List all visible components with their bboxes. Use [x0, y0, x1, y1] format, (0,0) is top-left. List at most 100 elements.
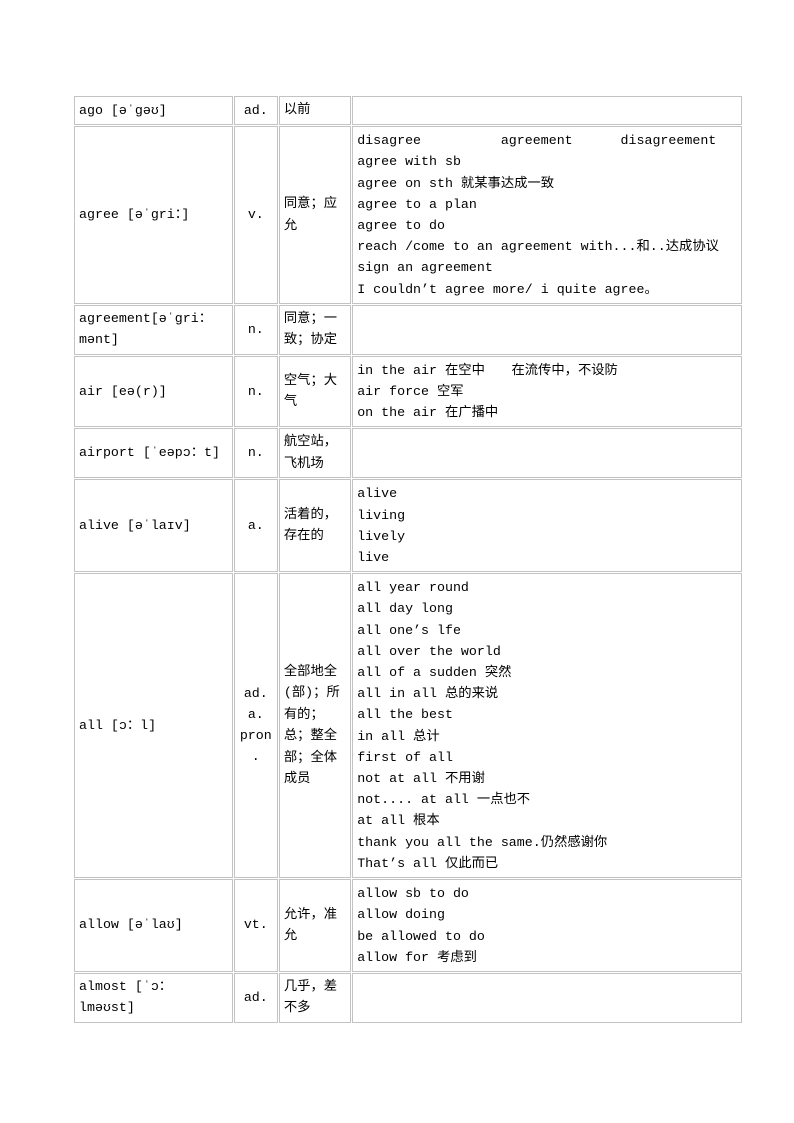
example-line: living	[357, 507, 406, 523]
example-line: sign an agreement	[357, 260, 493, 276]
examples-cell	[352, 96, 742, 126]
part-of-speech-label: a.	[247, 517, 264, 533]
meaning-text: 以前	[283, 102, 311, 118]
table-row: allow [əˈlaʊ] vt. 允许，准允 allow sb to do allow…	[74, 879, 742, 972]
part-of-speech-cell: n.	[233, 428, 278, 479]
part-of-speech-label: pron.	[239, 728, 272, 765]
example-line: all in all 总的来说	[357, 686, 499, 702]
example-line: not.... at all 一点也不	[357, 792, 531, 808]
meaning-text: 空气；大气	[283, 372, 338, 410]
meaning-text: 几乎，差不多	[283, 978, 338, 1016]
part-of-speech-label: ad.	[243, 102, 268, 118]
examples-cell: all year round all day long all one’s lfe a…	[352, 573, 742, 879]
word-cell: allow [əˈlaʊ]	[74, 879, 233, 972]
part-of-speech-label: ad.	[243, 989, 268, 1005]
vocabulary-table-body: ago [əˈgəʊ] ad. 以前 agree [əˈgri：] v. 同意；应允 di…	[74, 96, 742, 1023]
meaning-cell: 允许，准允	[278, 879, 352, 972]
meaning-cell: 航空站，飞机场	[278, 428, 352, 479]
table-row: all [ɔ：l] ad. a. pron. 全部地全(部)；所有的；总；整全部；全体成…	[74, 573, 742, 879]
meaning-cell: 活着的，存在的	[278, 479, 352, 573]
word-cell: airport [ˈeəpɔ：t]	[74, 428, 233, 479]
examples-cell: in the air 在空中 在流传中，不设防 air force 空军 on th…	[352, 355, 742, 428]
word-cell: almost [ˈɔ：lməʊst]	[74, 972, 233, 1023]
example-line: on the air 在广播中	[357, 405, 499, 421]
example-line: I couldn’t agree more/ i quite agree。	[357, 281, 658, 297]
meaning-text: 同意；应允	[283, 196, 338, 233]
part-of-speech-cell: ad. a. pron.	[233, 573, 278, 879]
word-cell: agree [əˈgri：]	[74, 126, 233, 304]
meaning-cell: 几乎，差不多	[278, 972, 352, 1023]
example-line: not at all 不用谢	[357, 771, 485, 787]
table-row: agree [əˈgri：] v. 同意；应允 disagree agreement …	[74, 126, 742, 304]
meaning-text: 全部地全(部)；所有的；总；整全部；全体成员	[283, 663, 340, 787]
table-row: almost [ˈɔ：lməʊst] ad. 几乎，差不多	[74, 972, 742, 1023]
meaning-text: 允许，准允	[283, 906, 338, 944]
table-row: alive [əˈlaɪv] a. 活着的，存在的 alive living lively…	[74, 479, 742, 573]
example-line: disagree agreement disagreement	[357, 133, 717, 149]
example-line: first of all	[357, 749, 453, 765]
meaning-cell: 同意；一致；协定	[278, 304, 352, 355]
example-line: agree on sth 就某事达成一致	[357, 175, 555, 191]
example-line: reach /come to an agreement with...和..达成…	[357, 239, 719, 255]
example-line: allow for 考虑到	[357, 949, 477, 965]
vocabulary-table: ago [əˈgəʊ] ad. 以前 agree [əˈgri：] v. 同意；应允 di…	[73, 95, 743, 1024]
examples-cell: alive living lively live	[352, 479, 742, 573]
example-line: agree with sb	[357, 154, 461, 170]
example-line: all year round	[357, 580, 469, 596]
example-line: allow sb to do	[357, 886, 469, 902]
example-line: at all 根本	[357, 813, 440, 829]
part-of-speech-cell: vt.	[233, 879, 278, 972]
part-of-speech-cell: a.	[233, 479, 278, 573]
example-line: all one’s lfe	[357, 622, 461, 638]
part-of-speech-label: v.	[247, 206, 264, 222]
example-line: agree to do	[357, 218, 445, 234]
meaning-text: 活着的，存在的	[283, 506, 338, 544]
word-cell: air [eə(r)]	[74, 355, 233, 428]
examples-cell	[352, 972, 742, 1023]
part-of-speech-label: ad.	[243, 685, 268, 701]
example-line: allow doing	[357, 907, 445, 923]
page: ago [əˈgəʊ] ad. 以前 agree [əˈgri：] v. 同意；应允 di…	[0, 0, 794, 1123]
table-row: air [eə(r)] n. 空气；大气 in the air 在空中 在流传中，不设…	[74, 355, 742, 428]
part-of-speech-cell: n.	[233, 304, 278, 355]
meaning-text: 航空站，飞机场	[283, 434, 338, 471]
example-line: in all 总计	[357, 728, 440, 744]
word-cell: ago [əˈgəʊ]	[74, 96, 233, 126]
example-line: lively	[357, 528, 406, 544]
meaning-cell: 全部地全(部)；所有的；总；整全部；全体成员	[278, 573, 352, 879]
table-row: ago [əˈgəʊ] ad. 以前	[74, 96, 742, 126]
example-line: thank you all the same.仍然感谢你	[357, 834, 608, 850]
word-cell: agreement[əˈgri：mənt]	[74, 304, 233, 355]
meaning-text: 同意；一致；协定	[283, 310, 338, 348]
part-of-speech-cell: v.	[233, 126, 278, 304]
examples-cell: allow sb to do allow doing be allowed to d…	[352, 879, 742, 972]
part-of-speech-cell: n.	[233, 355, 278, 428]
examples-cell: disagree agreement disagreement agree wit…	[352, 126, 742, 304]
meaning-cell: 同意；应允	[278, 126, 352, 304]
example-line: all the best	[357, 707, 453, 723]
example-line: all of a sudden 突然	[357, 665, 512, 681]
example-line: alive	[357, 486, 398, 502]
example-line: That’s all 仅此而已	[357, 855, 499, 871]
table-row: airport [ˈeəpɔ：t] n. 航空站，飞机场	[74, 428, 742, 479]
meaning-cell: 空气；大气	[278, 355, 352, 428]
example-line: all over the world	[357, 643, 501, 659]
part-of-speech-label: vt.	[243, 917, 268, 933]
example-line: air force 空军	[357, 384, 464, 400]
examples-cell	[352, 304, 742, 355]
example-line: live	[357, 550, 390, 566]
example-line: in the air 在空中 在流传中，不设防	[357, 362, 618, 378]
part-of-speech-label: a.	[247, 706, 264, 722]
part-of-speech-label: n.	[247, 445, 264, 461]
table-row: agreement[əˈgri：mənt] n. 同意；一致；协定	[74, 304, 742, 355]
part-of-speech-cell: ad.	[233, 96, 278, 126]
example-line: all day long	[357, 601, 453, 617]
part-of-speech-cell: ad.	[233, 972, 278, 1023]
meaning-cell: 以前	[278, 96, 352, 126]
examples-cell	[352, 428, 742, 479]
word-cell: all [ɔ：l]	[74, 573, 233, 879]
word-cell: alive [əˈlaɪv]	[74, 479, 233, 573]
part-of-speech-label: n.	[247, 321, 264, 337]
part-of-speech-label: n.	[247, 383, 264, 399]
example-line: agree to a plan	[357, 196, 477, 212]
